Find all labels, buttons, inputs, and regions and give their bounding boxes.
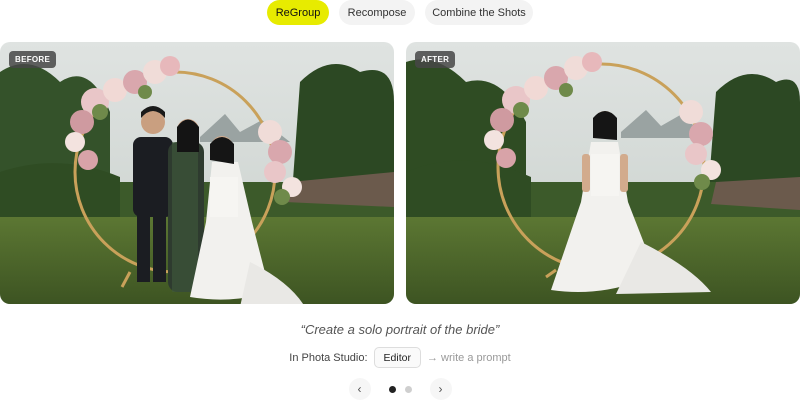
tab-recompose[interactable]: Recompose bbox=[339, 0, 415, 25]
studio-instruction: In Phota Studio: Editor → write a prompt bbox=[0, 347, 800, 368]
after-photo-image bbox=[406, 42, 800, 304]
write-prompt-hint: → write a prompt bbox=[426, 351, 511, 364]
before-badge: BEFORE bbox=[9, 51, 57, 68]
editor-chip[interactable]: Editor bbox=[373, 347, 421, 368]
chevron-right-icon: › bbox=[438, 382, 443, 396]
studio-prefix: In Phota Studio: bbox=[289, 351, 368, 364]
carousel-dot-1[interactable] bbox=[388, 385, 396, 393]
next-button[interactable]: › bbox=[429, 378, 452, 400]
mode-tabs: ReGroup Recompose Combine the Shots bbox=[0, 0, 800, 26]
tab-combine-the-shots[interactable]: Combine the Shots bbox=[425, 0, 533, 25]
carousel-controls: ‹ › bbox=[0, 378, 800, 400]
prompt-quote: “Create a solo portrait of the bride” bbox=[300, 322, 500, 337]
tab-regroup[interactable]: ReGroup bbox=[267, 0, 329, 25]
carousel-dot-2[interactable] bbox=[404, 385, 412, 393]
after-photo: AFTER bbox=[406, 42, 800, 304]
before-photo-image bbox=[0, 42, 394, 304]
after-badge: AFTER bbox=[415, 51, 456, 68]
chevron-left-icon: ‹ bbox=[357, 382, 362, 396]
prev-button[interactable]: ‹ bbox=[348, 378, 371, 400]
carousel-dots bbox=[388, 385, 412, 393]
page: ReGroup Recompose Combine the Shots BEFO… bbox=[0, 0, 800, 402]
before-photo: BEFORE bbox=[0, 42, 394, 304]
